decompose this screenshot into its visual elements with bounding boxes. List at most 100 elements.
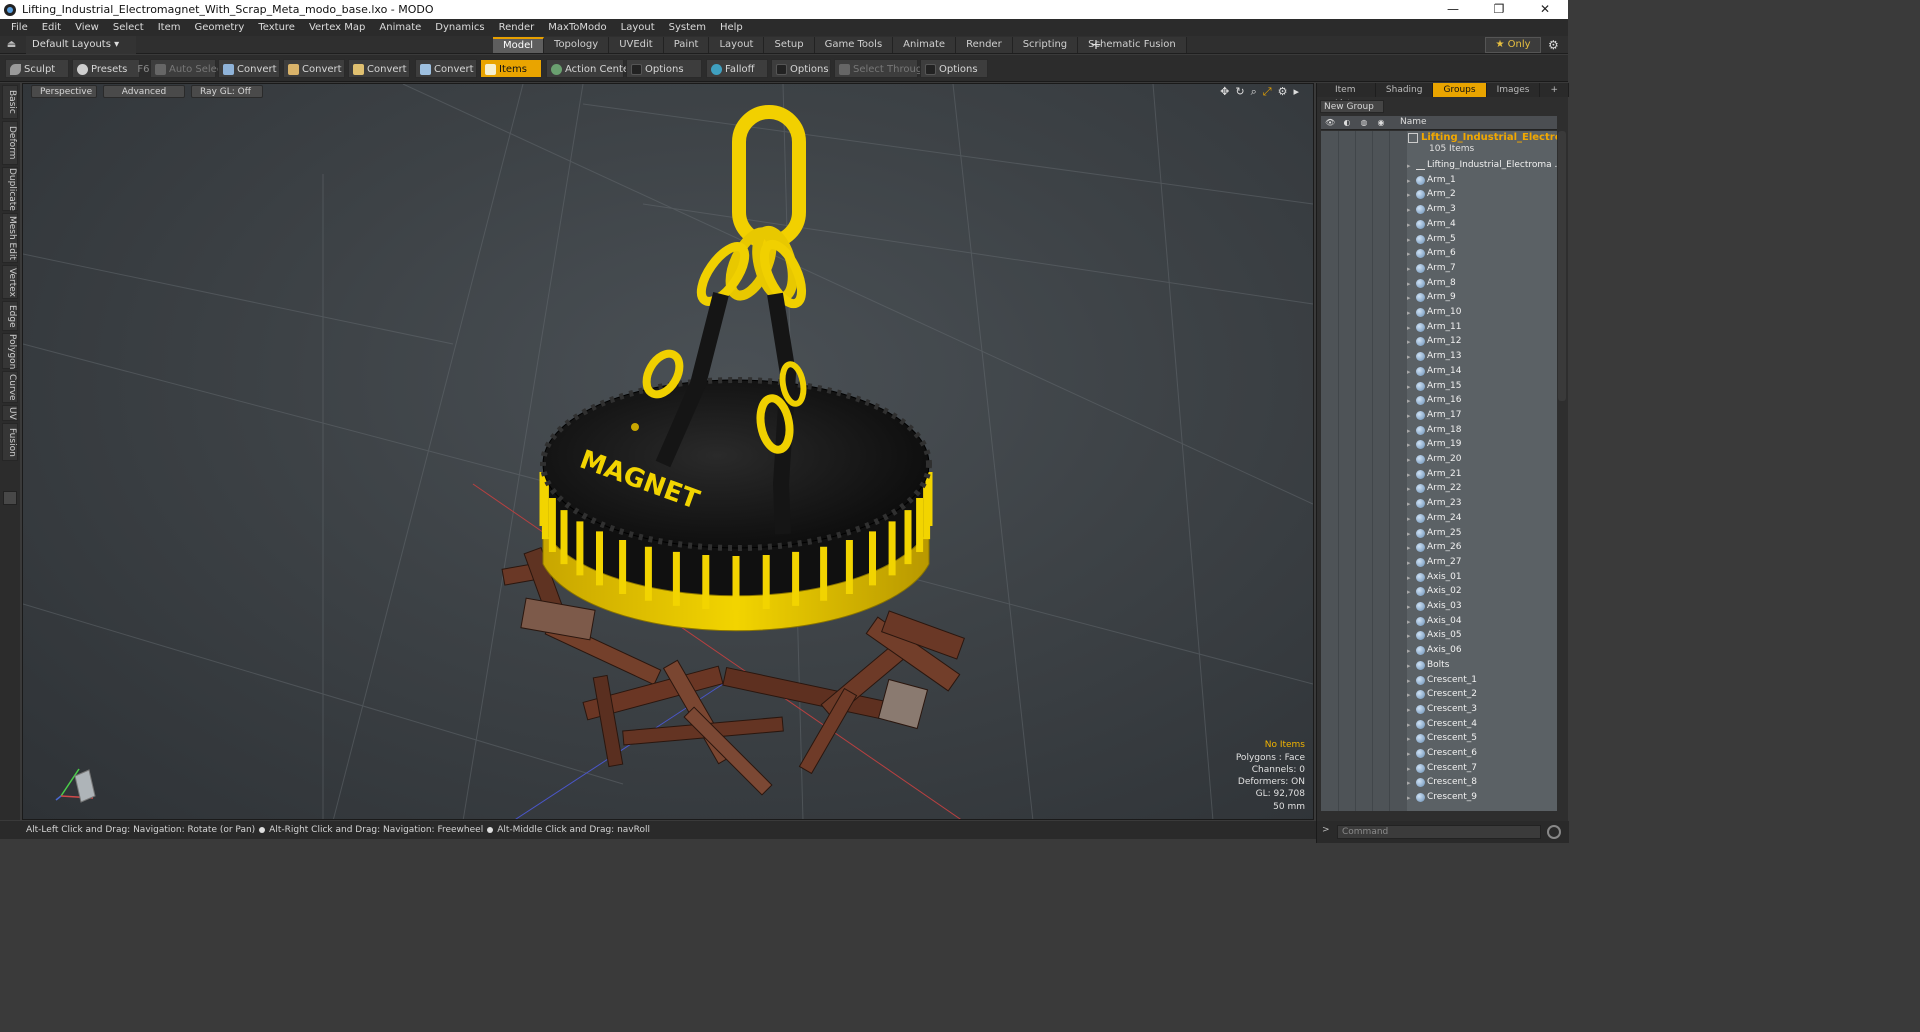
menu-system[interactable]: System (662, 19, 713, 36)
list-item[interactable]: ▸ Crescent_3 (1321, 703, 1557, 718)
list-item[interactable]: ▸ Crescent_1 (1321, 674, 1557, 689)
list-item[interactable]: ▸ Crescent_7 (1321, 762, 1557, 777)
rotate-view-icon[interactable]: ↻ (1235, 85, 1244, 99)
maximize-button[interactable]: ❐ (1476, 0, 1522, 19)
expand-arrow-icon[interactable]: ▸ (1407, 530, 1411, 538)
move-view-icon[interactable]: ✥ (1220, 85, 1229, 99)
gear-icon[interactable]: ⚙ (1548, 38, 1559, 52)
expand-arrow-icon[interactable]: ▸ (1407, 368, 1411, 376)
select-through-options-button[interactable]: Options (920, 59, 988, 78)
expand-arrow-icon[interactable]: ▸ (1407, 677, 1411, 685)
expand-arrow-icon[interactable]: ▸ (1407, 544, 1411, 552)
panel-tab-item-list[interactable]: Item List (1317, 83, 1376, 109)
tab-layout[interactable]: Layout (709, 37, 765, 53)
list-item[interactable]: ▸ Crescent_6 (1321, 747, 1557, 762)
expand-arrow-icon[interactable]: ▸ (1407, 397, 1411, 405)
panel-tab-images[interactable]: Images (1487, 83, 1541, 97)
tab-game-tools[interactable]: Game Tools (814, 37, 894, 53)
minimize-button[interactable]: — (1430, 0, 1476, 19)
list-item[interactable]: ▸ Arm_13 (1321, 350, 1557, 365)
layout-home-icon[interactable]: ⏏ (6, 39, 17, 50)
select-column-icon[interactable]: ◉ (1376, 118, 1386, 128)
action-center-button[interactable]: Action Center (546, 59, 633, 78)
list-item[interactable]: ▸ Arm_21 (1321, 468, 1557, 483)
list-item[interactable]: ▸ Arm_1 (1321, 174, 1557, 189)
viewport-menu-arrow-icon[interactable]: ▸ (1293, 85, 1299, 99)
close-button[interactable]: ✕ (1522, 0, 1568, 19)
expand-arrow-icon[interactable]: ▸ (1407, 779, 1411, 787)
presets-button[interactable]: Presets F6 (72, 59, 150, 78)
list-item[interactable]: ▸ Arm_2 (1321, 188, 1557, 203)
lock-column-icon[interactable]: ◍ (1359, 118, 1369, 128)
convert-button-1[interactable]: Convert (218, 59, 280, 78)
expand-arrow-icon[interactable]: ▸ (1407, 603, 1411, 611)
expand-arrow-icon[interactable]: ▸ (1407, 662, 1411, 670)
list-item[interactable]: ▸ Lifting_Industrial_Electroma ... (1321, 159, 1557, 174)
list-item[interactable]: ▸ Arm_8 (1321, 277, 1557, 292)
menu-file[interactable]: File (4, 19, 35, 36)
expand-arrow-icon[interactable]: ▸ (1407, 485, 1411, 493)
expand-arrow-icon[interactable]: ▸ (1407, 691, 1411, 699)
expand-arrow-icon[interactable]: ▸ (1407, 794, 1411, 802)
list-item[interactable]: ▸ Axis_06 (1321, 644, 1557, 659)
perspective-dropdown[interactable]: Perspective (31, 85, 97, 98)
list-item[interactable]: ▸ Arm_4 (1321, 218, 1557, 233)
raygl-toggle[interactable]: Ray GL: Off (191, 85, 263, 98)
menu-geometry[interactable]: Geometry (187, 19, 251, 36)
panel-tab-groups[interactable]: Groups (1433, 83, 1487, 97)
record-macro-icon[interactable] (1547, 825, 1561, 839)
menu-texture[interactable]: Texture (251, 19, 302, 36)
expand-arrow-icon[interactable]: ▸ (1407, 250, 1411, 258)
expand-arrow-icon[interactable]: ▸ (1407, 177, 1411, 185)
left-tab-mesh-edit[interactable]: Mesh Edit (2, 213, 18, 263)
list-item[interactable]: ▸ Crescent_4 (1321, 718, 1557, 733)
left-tab-fusion[interactable]: Fusion (2, 423, 18, 461)
falloff-options-button[interactable]: Options (771, 59, 831, 78)
sculpt-button[interactable]: Sculpt (5, 59, 69, 78)
menu-layout[interactable]: Layout (614, 19, 662, 36)
list-item[interactable]: ▸ Axis_05 (1321, 629, 1557, 644)
expand-arrow-icon[interactable]: ▸ (1407, 353, 1411, 361)
menu-view[interactable]: View (68, 19, 106, 36)
expand-arrow-icon[interactable]: ▸ (1407, 735, 1411, 743)
expand-arrow-icon[interactable]: ▸ (1407, 632, 1411, 640)
expand-arrow-icon[interactable]: ▸ (1407, 574, 1411, 582)
tab-setup[interactable]: Setup (764, 37, 815, 53)
left-tab-vertex[interactable]: Vertex (2, 265, 18, 299)
list-item[interactable]: ▸ Axis_02 (1321, 585, 1557, 600)
left-tab-uv[interactable]: UV (2, 405, 18, 421)
auto-select-button[interactable]: Auto Select (150, 59, 226, 78)
convert-button-2[interactable]: Convert (283, 59, 345, 78)
tab-topology[interactable]: Topology (544, 37, 610, 53)
items-mode-button[interactable]: Items (480, 59, 542, 78)
list-item[interactable]: ▸ Arm_7 (1321, 262, 1557, 277)
expand-arrow-icon[interactable]: ▸ (1407, 338, 1411, 346)
expand-arrow-icon[interactable]: ▸ (1407, 236, 1411, 244)
expand-arrow-icon[interactable]: ▸ (1407, 441, 1411, 449)
render-column-icon[interactable]: ◐ (1342, 118, 1352, 128)
list-item[interactable]: ▸ Arm_5 (1321, 233, 1557, 248)
list-item[interactable]: ▸ Arm_6 (1321, 247, 1557, 262)
expand-arrow-icon[interactable]: ▸ (1407, 162, 1411, 170)
left-tab-basic[interactable]: Basic (2, 85, 18, 119)
list-item[interactable]: ▸ Arm_16 (1321, 394, 1557, 409)
list-item[interactable]: ▸ Arm_14 (1321, 365, 1557, 380)
tab-animate[interactable]: Animate (893, 37, 957, 53)
expand-arrow-icon[interactable]: ▸ (1407, 588, 1411, 596)
list-item[interactable]: ▸ Crescent_8 (1321, 776, 1557, 791)
list-item[interactable]: ▸ Arm_18 (1321, 424, 1557, 439)
only-toggle[interactable]: ★ Only (1485, 37, 1541, 53)
menu-help[interactable]: Help (713, 19, 750, 36)
menu-maxtomodo[interactable]: MaxToModo (541, 19, 613, 36)
list-item[interactable]: ▸ Arm_11 (1321, 321, 1557, 336)
list-item[interactable]: ▸ Axis_04 (1321, 615, 1557, 630)
3d-viewport[interactable]: MAGNET Perspective Advanced Ray GL: Off … (22, 83, 1314, 820)
expand-arrow-icon[interactable]: ▸ (1407, 750, 1411, 758)
falloff-button[interactable]: Falloff (706, 59, 768, 78)
expand-arrow-icon[interactable]: ▸ (1407, 280, 1411, 288)
tab-uvedit[interactable]: UVEdit (609, 37, 664, 53)
expand-arrow-icon[interactable]: ▸ (1407, 427, 1411, 435)
command-input[interactable]: Command (1337, 825, 1541, 839)
add-tab-icon[interactable]: + (1089, 36, 1103, 54)
layout-selector[interactable]: Default Layouts ▾ (26, 36, 136, 54)
